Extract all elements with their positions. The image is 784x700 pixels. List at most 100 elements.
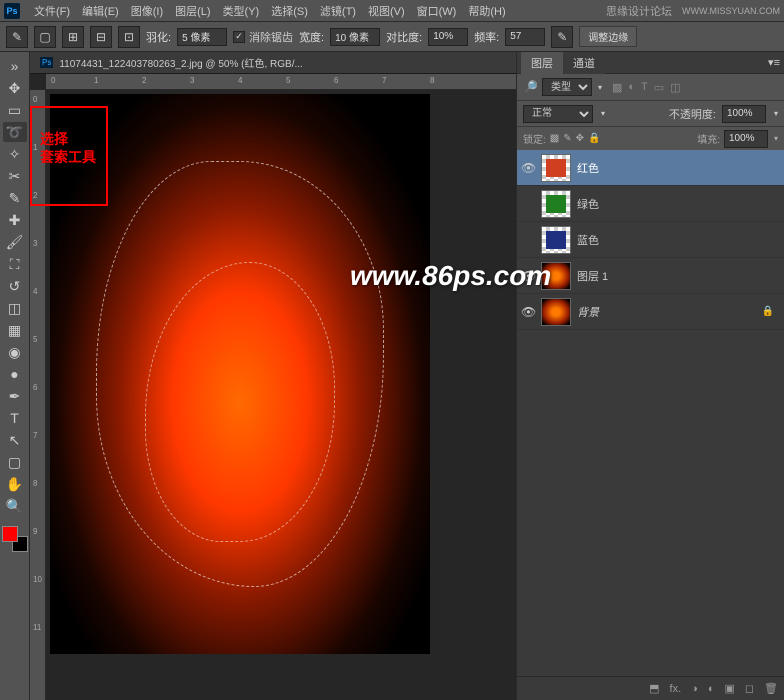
panel-menu-icon[interactable]: ▾≡ xyxy=(768,56,780,69)
layer-name[interactable]: 图层 1 xyxy=(577,268,780,284)
horizontal-ruler[interactable]: 0 1 2 3 4 5 6 7 8 xyxy=(46,74,516,90)
fg-color[interactable] xyxy=(2,526,18,542)
antialias-checkbox[interactable]: ✓ xyxy=(233,31,245,43)
opacity-label: 不透明度: xyxy=(669,106,716,122)
filter-type-icon[interactable]: T xyxy=(641,81,648,94)
feather-input[interactable] xyxy=(177,28,227,46)
layer-name[interactable]: 背景 xyxy=(577,304,756,320)
delete-layer-icon[interactable]: 🗑 xyxy=(764,682,778,695)
lock-transparency-icon[interactable]: ▩ xyxy=(550,133,559,144)
menu-filter[interactable]: 滤镜(T) xyxy=(314,3,362,19)
blend-mode-select[interactable]: 正常 xyxy=(523,105,593,123)
brush-tool[interactable]: 🖌 xyxy=(3,232,27,252)
type-tool[interactable]: T xyxy=(3,408,27,428)
menu-file[interactable]: 文件(F) xyxy=(28,3,76,19)
layer-thumb[interactable] xyxy=(541,298,571,326)
move-tool[interactable]: ✥ xyxy=(3,78,27,98)
lock-pixels-icon[interactable]: ✎ xyxy=(563,133,571,144)
vertical-ruler[interactable]: 0 1 2 3 4 5 6 7 8 9 10 11 xyxy=(30,90,46,700)
contrast-input[interactable] xyxy=(428,28,468,46)
color-swatches[interactable] xyxy=(2,526,28,552)
fill-input[interactable] xyxy=(724,130,768,148)
menu-view[interactable]: 视图(V) xyxy=(362,3,411,19)
shape-tool[interactable]: ▢ xyxy=(3,452,27,472)
sel-mode-new[interactable]: ▢ xyxy=(34,26,56,48)
document-tab[interactable]: Ps 11074431_122403780263_2.jpg @ 50% (红色… xyxy=(30,52,516,74)
visibility-icon[interactable]: 👁 xyxy=(521,269,535,283)
filter-pixel-icon[interactable]: ▩ xyxy=(612,81,622,94)
tablet-pressure-icon[interactable]: ✎ xyxy=(551,26,573,48)
tab-channels[interactable]: 通道 xyxy=(563,52,605,74)
contrast-label: 对比度: xyxy=(386,29,422,45)
tab-layers[interactable]: 图层 xyxy=(521,52,563,74)
link-layers-icon[interactable]: ⬒ xyxy=(649,682,659,695)
healing-brush-tool[interactable]: ✚ xyxy=(3,210,27,230)
sel-mode-intersect[interactable]: ⊡ xyxy=(118,26,140,48)
layer-thumb[interactable] xyxy=(541,226,571,254)
freq-input[interactable] xyxy=(505,28,545,46)
width-input[interactable] xyxy=(330,28,380,46)
menu-select[interactable]: 选择(S) xyxy=(265,3,314,19)
filter-adjust-icon[interactable]: ◐ xyxy=(628,81,635,94)
lasso-tool[interactable]: ➰ xyxy=(3,122,27,142)
crop-tool[interactable]: ✂ xyxy=(3,166,27,186)
menu-help[interactable]: 帮助(H) xyxy=(462,3,511,19)
filter-search-icon[interactable]: 🔎 xyxy=(523,80,538,94)
menu-image[interactable]: 图像(I) xyxy=(125,3,169,19)
adjustment-layer-icon[interactable]: ◐ xyxy=(708,683,715,695)
sel-mode-add[interactable]: ⊞ xyxy=(62,26,84,48)
marquee-tool[interactable]: ▭ xyxy=(3,100,27,120)
site-name: 思缘设计论坛 xyxy=(606,3,672,19)
eyedropper-tool[interactable]: ✎ xyxy=(3,188,27,208)
layer-name[interactable]: 绿色 xyxy=(577,196,780,212)
layer-row-green[interactable]: 绿色 xyxy=(517,186,784,222)
zoom-tool[interactable]: 🔍 xyxy=(3,496,27,516)
layer-row-layer1[interactable]: 👁 图层 1 xyxy=(517,258,784,294)
layer-mask-icon[interactable]: ◑ xyxy=(691,683,698,695)
sel-mode-sub[interactable]: ⊟ xyxy=(90,26,112,48)
menu-window[interactable]: 窗口(W) xyxy=(411,3,463,19)
eraser-tool[interactable]: ◫ xyxy=(3,298,27,318)
filter-shape-icon[interactable]: ▭ xyxy=(654,81,664,94)
layer-thumb[interactable] xyxy=(541,154,571,182)
lock-all-icon[interactable]: 🔒 xyxy=(588,133,600,144)
ps-logo: Ps xyxy=(4,3,20,19)
layer-name[interactable]: 蓝色 xyxy=(577,232,780,248)
layer-thumb[interactable] xyxy=(541,190,571,218)
lock-position-icon[interactable]: ✥ xyxy=(576,133,584,144)
group-icon[interactable]: ▣ xyxy=(724,682,734,695)
refine-edge-button[interactable]: 调整边缘 xyxy=(579,26,637,47)
opacity-input[interactable] xyxy=(722,105,766,123)
visibility-icon[interactable]: 👁 xyxy=(521,305,535,319)
gradient-tool[interactable]: ▦ xyxy=(3,320,27,340)
path-select-tool[interactable]: ↖ xyxy=(3,430,27,450)
lock-label: 锁定: xyxy=(523,131,546,146)
layers-list: 👁 红色 绿色 蓝色 👁 图层 1 👁 背景 xyxy=(517,150,784,676)
blur-tool[interactable]: ◉ xyxy=(3,342,27,362)
menu-layer[interactable]: 图层(L) xyxy=(169,3,216,19)
hand-tool[interactable]: ✋ xyxy=(3,474,27,494)
collapse-icon[interactable]: » xyxy=(3,56,27,76)
history-brush-tool[interactable]: ↺ xyxy=(3,276,27,296)
site-url: WWW.MISSYUAN.COM xyxy=(682,6,780,16)
menu-edit[interactable]: 编辑(E) xyxy=(76,3,125,19)
canvas-viewport[interactable] xyxy=(46,90,516,700)
dodge-tool[interactable]: ● xyxy=(3,364,27,384)
current-tool-icon[interactable]: ✎ xyxy=(6,26,28,48)
pen-tool[interactable]: ✒ xyxy=(3,386,27,406)
stamp-tool[interactable]: ⛶ xyxy=(3,254,27,274)
feather-label: 羽化: xyxy=(146,29,171,45)
layer-name[interactable]: 红色 xyxy=(577,160,780,176)
magic-wand-tool[interactable]: ✧ xyxy=(3,144,27,164)
visibility-icon[interactable]: 👁 xyxy=(521,161,535,175)
canvas-image[interactable] xyxy=(50,94,430,654)
layer-row-blue[interactable]: 蓝色 xyxy=(517,222,784,258)
new-layer-icon[interactable]: ◻ xyxy=(745,682,754,695)
filter-kind-select[interactable]: 类型 xyxy=(542,78,592,96)
filter-smart-icon[interactable]: ◫ xyxy=(670,81,680,94)
layer-fx-icon[interactable]: fx. xyxy=(670,683,682,695)
layer-thumb[interactable] xyxy=(541,262,571,290)
menu-type[interactable]: 类型(Y) xyxy=(217,3,266,19)
layer-row-red[interactable]: 👁 红色 xyxy=(517,150,784,186)
layer-row-background[interactable]: 👁 背景 🔒 xyxy=(517,294,784,330)
